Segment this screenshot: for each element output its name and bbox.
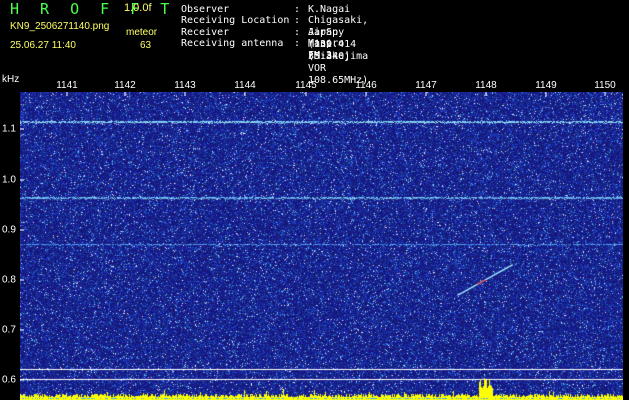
hrofft-screen: H R O F F T 1.0.0f KN9_2506271140.png me… [0,0,629,400]
y-tick-label: 0.9 [2,224,16,236]
file-name: KN9_2506271140.png [10,21,110,32]
y-tick-label: 1.0 [2,174,16,186]
app-version: 1.0.0f [124,2,152,14]
metadata-key: Receiving Location [181,15,290,26]
x-tick-label: 1142 [114,80,136,91]
metadata-key: Receiving antenna [181,38,284,49]
metadata-separator: : [294,15,301,26]
x-tick-label: 1146 [355,80,377,91]
x-tick-label: 1149 [535,80,557,91]
capture-datetime: 25.06.27 11:40 [10,40,76,51]
y-tick-label: 0.7 [2,324,16,336]
spectrogram-canvas [20,92,623,400]
x-tick-label: 1148 [475,80,497,91]
y-tick-label: 0.8 [2,274,16,286]
x-tick-label: 1147 [415,80,437,91]
detection-count: 63 [140,40,152,51]
metadata-separator: : [294,38,301,49]
x-tick-label: 1141 [56,80,78,91]
x-tick-label: 1145 [295,80,317,91]
mode-label: meteor [126,27,158,38]
x-tick-label: 1144 [234,80,256,91]
metadata-value: Maspro FM-3 [308,38,345,61]
y-tick-label: 0.6 [2,374,16,386]
y-tick-label: 1.1 [2,123,16,135]
x-tick-label: 1143 [174,80,196,91]
y-axis-unit: kHz [2,74,20,85]
x-tick-label: 1150 [594,80,616,91]
